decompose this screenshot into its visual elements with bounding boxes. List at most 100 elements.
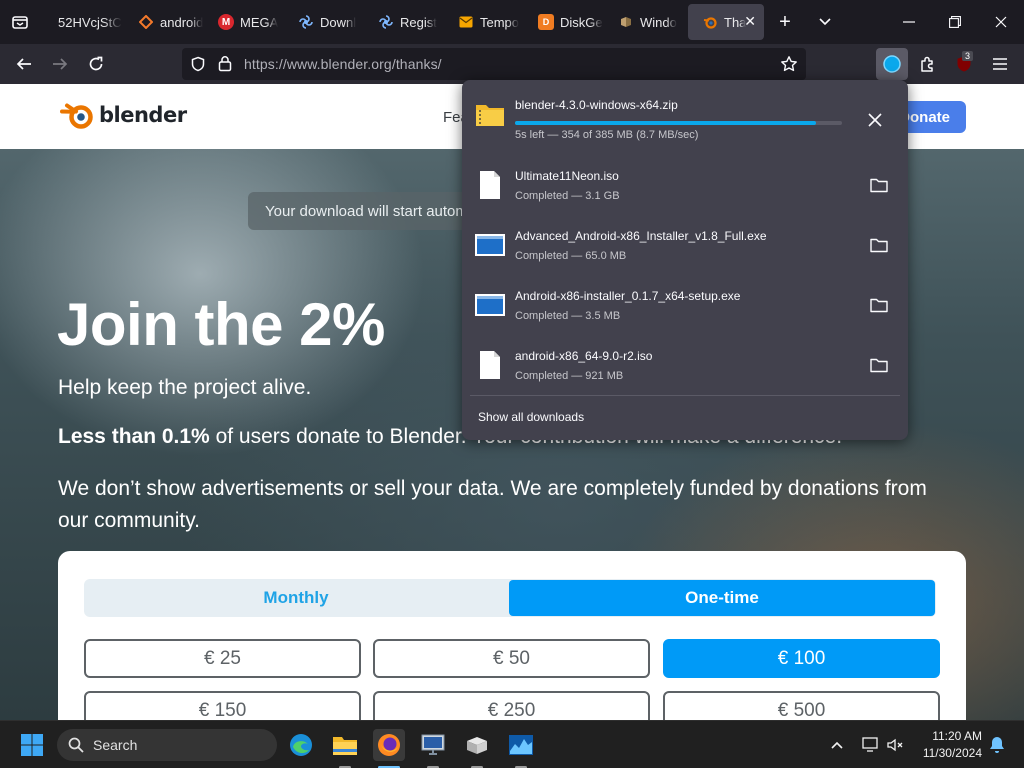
tab-7[interactable]: D DiskGe xyxy=(524,4,604,40)
taskbar: Search 11:20 AM 11/30/2024 xyxy=(0,720,1024,768)
download-progress-icon xyxy=(883,55,901,73)
tab-title: Tha xyxy=(724,14,747,30)
tab-1[interactable]: 52HVcjStC xyxy=(44,4,124,40)
downloads-panel: blender-4.3.0-windows-x64.zip 5s left — … xyxy=(462,80,908,440)
hero-subtitle: Help keep the project alive. xyxy=(58,376,312,399)
amount-50-button[interactable]: € 50 xyxy=(373,639,650,678)
edge-icon xyxy=(290,734,312,756)
tab-active-blender[interactable]: Tha ✕ xyxy=(688,4,764,40)
notifications-button[interactable] xyxy=(984,729,1010,761)
new-tab-button[interactable]: + xyxy=(766,0,804,44)
clock-time[interactable]: 11:20 AM xyxy=(920,729,982,743)
volume-button[interactable] xyxy=(880,729,910,761)
lock-icon[interactable] xyxy=(218,55,232,72)
folder-icon[interactable] xyxy=(870,357,888,373)
tab-5[interactable]: Regist xyxy=(364,4,444,40)
amount-label: € 500 xyxy=(777,699,826,721)
reload-button[interactable] xyxy=(80,48,112,80)
tab-4[interactable]: Downl xyxy=(284,4,364,40)
tab-2[interactable]: android xyxy=(124,4,204,40)
star-icon[interactable] xyxy=(780,55,798,73)
volume-muted-icon xyxy=(887,738,903,752)
logo-text: blender xyxy=(99,103,187,127)
edge-app[interactable] xyxy=(285,729,317,761)
download-filename: Advanced_Android-x86_Installer_v1.8_Full… xyxy=(515,229,767,243)
reload-icon xyxy=(89,56,103,71)
minimize-button[interactable] xyxy=(886,0,932,44)
amount-label: € 50 xyxy=(493,647,530,669)
cancel-download-button[interactable] xyxy=(868,110,882,133)
close-tab-icon[interactable]: ✕ xyxy=(744,13,756,30)
arrow-left-icon xyxy=(16,58,31,70)
url-path: /thanks/ xyxy=(391,56,442,72)
tab-list-button[interactable] xyxy=(806,0,844,44)
tab-title: Tempo xyxy=(480,14,520,30)
chevron-down-icon xyxy=(819,18,831,26)
monthly-label: Monthly xyxy=(263,588,329,607)
close-window-button[interactable] xyxy=(978,0,1024,44)
chevron-up-icon xyxy=(831,741,843,749)
amount-label: € 100 xyxy=(777,647,826,669)
downloads-button[interactable] xyxy=(876,48,908,80)
folder-icon[interactable] xyxy=(870,297,888,313)
download-item[interactable]: Advanced_Android-x86_Installer_v1.8_Full… xyxy=(462,215,908,275)
show-hidden-icons-button[interactable] xyxy=(822,729,852,761)
url-text[interactable]: https://www.blender.org/thanks/ xyxy=(244,56,442,72)
forward-button[interactable] xyxy=(44,48,76,80)
arrow-right-icon xyxy=(53,58,68,70)
hamburger-icon xyxy=(993,58,1007,70)
fan-icon xyxy=(378,14,394,30)
tab-3[interactable]: M MEGA xyxy=(204,4,284,40)
folder-icon[interactable] xyxy=(870,177,888,193)
puzzle-icon xyxy=(921,56,933,72)
tab-title: Regist xyxy=(400,14,437,30)
amount-100-button[interactable]: € 100 xyxy=(663,639,940,678)
tab-title: Downl xyxy=(320,14,357,30)
amount-250-button[interactable]: € 250 xyxy=(373,691,650,720)
folder-icon xyxy=(333,737,357,755)
show-all-downloads-button[interactable]: Show all downloads xyxy=(478,410,584,424)
close-icon xyxy=(868,113,882,127)
blender-logo-icon xyxy=(60,103,93,129)
address-bar[interactable]: https://www.blender.org/thanks/ xyxy=(182,48,806,80)
firefox-app[interactable] xyxy=(373,729,405,761)
download-notice: Your download will start automatically. xyxy=(248,192,488,230)
donation-card: Monthly One-time € 25 € 50 € 100 € 150 €… xyxy=(58,551,966,720)
shield-icon[interactable] xyxy=(190,56,206,72)
amount-label: € 250 xyxy=(487,699,536,721)
bell-icon xyxy=(990,737,1004,753)
chart-app[interactable] xyxy=(505,729,537,761)
blender-logo[interactable]: blender xyxy=(60,100,187,130)
amount-500-button[interactable]: € 500 xyxy=(663,691,940,720)
download-status: Completed — 921 MB xyxy=(515,370,624,382)
monthly-option[interactable]: Monthly xyxy=(84,579,508,617)
installer-app[interactable] xyxy=(461,729,493,761)
file-explorer-app[interactable] xyxy=(329,729,361,761)
list-all-tabs-button[interactable] xyxy=(0,0,40,44)
download-item[interactable]: blender-4.3.0-windows-x64.zip 5s left — … xyxy=(462,84,908,144)
extensions-button[interactable] xyxy=(912,48,944,80)
folder-icon[interactable] xyxy=(870,237,888,253)
plus-icon: + xyxy=(779,10,791,33)
amount-25-button[interactable]: € 25 xyxy=(84,639,361,678)
download-notice-text: Your download will start automatically. xyxy=(265,202,488,220)
tab-8[interactable]: Windo xyxy=(604,4,684,40)
taskbar-search[interactable]: Search xyxy=(57,729,277,761)
start-button[interactable] xyxy=(16,729,48,761)
close-icon xyxy=(995,16,1007,28)
app-menu-button[interactable] xyxy=(984,48,1016,80)
download-item[interactable]: android-x86_64-9.0-r2.iso Completed — 92… xyxy=(462,335,908,395)
mail-icon xyxy=(458,14,474,30)
remote-app[interactable] xyxy=(417,729,449,761)
disk-icon: D xyxy=(538,14,554,30)
amount-150-button[interactable]: € 150 xyxy=(84,691,361,720)
tab-6[interactable]: Tempo xyxy=(444,4,524,40)
clock-date[interactable]: 11/30/2024 xyxy=(910,746,982,760)
download-item[interactable]: Android-x86-installer_0.1.7_x64-setup.ex… xyxy=(462,275,908,335)
ublock-extension-button[interactable]: 3 xyxy=(948,48,980,80)
back-button[interactable] xyxy=(8,48,40,80)
one-time-option[interactable]: One-time xyxy=(509,580,935,616)
download-item[interactable]: Ultimate11Neon.iso Completed — 3.1 GB xyxy=(462,155,908,215)
maximize-button[interactable] xyxy=(932,0,978,44)
navigation-toolbar: https://www.blender.org/thanks/ 3 xyxy=(0,44,1024,84)
